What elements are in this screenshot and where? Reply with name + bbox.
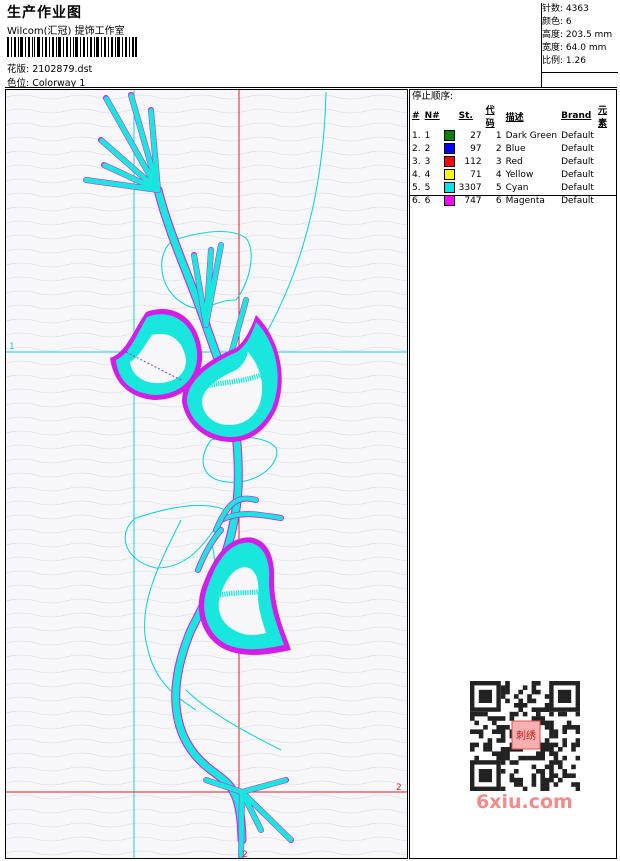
needle-number: 4 [424,169,431,180]
width-label: 宽度: [542,43,564,53]
color-description: Blue [505,143,526,154]
element-cell [596,181,616,194]
axis-label-2-vertical: 2 [242,850,248,859]
color-code: 4 [495,169,502,180]
width-value: 64.0 mm [565,43,607,53]
column-header: 描述 [505,112,524,123]
column-header: N# [424,111,440,121]
header-divider [541,72,618,73]
row-index: 1. [412,130,421,141]
column-header: St. [458,111,473,121]
element-cell [596,155,616,168]
table-row: 2. 2 97 2 Blue Default [410,142,616,155]
color-swatch-box [443,169,455,180]
axis-label-1: 1 [9,342,15,352]
color-swatch-box [443,156,455,167]
stitch-count: 112 [464,156,482,167]
thread-brand: Default [561,156,594,167]
needle-number: 5 [424,182,431,193]
color-code: 3 [495,156,502,167]
axis-label-2: 2 [396,783,402,793]
table-row: 4. 4 71 4 Yellow Default [410,168,616,181]
table-row: 3. 3 112 3 Red Default [410,155,616,168]
stitch-count: 97 [470,143,482,154]
design-file-label: 花版: 2102879.dst [7,64,93,75]
column-header: 元素 [597,106,607,129]
color-description: Dark Green [505,130,558,141]
stitch-count: 3307 [458,182,482,193]
color-count-value: 6 [565,17,572,27]
row-index: 3. [412,156,421,167]
watermark: 6xiu.com [476,791,573,813]
color-code: 1 [495,130,502,141]
scale-value: 1.26 [565,56,586,66]
needle-number: 2 [424,143,431,154]
column-header: 代码 [485,106,495,129]
color-swatch [442,142,457,155]
embroidery-design: 1 2 2 [6,90,407,859]
color-count-label: 颜色: [542,17,564,27]
design-stats: 针数: 4363 颜色: 6 高度: 203.5 mm 宽度: 64.0 mm … [542,3,612,68]
color-swatch-box [443,130,455,141]
company-subtitle: Wilcom(汇冠) 提饰工作室 [7,26,125,37]
color-swatch-box [443,143,455,154]
needle-number: 3 [424,156,431,167]
table-header-row: # N# St. 代码 描述 Brand 元素 [410,103,616,129]
table-row: 1. 1 27 1 Dark Green Default [410,129,616,142]
stop-sequence-table: # N# St. 代码 描述 Brand 元素 1. 1 27 1 Dark Green… [410,103,616,207]
stitch-count: 27 [470,130,482,141]
page-title: 生产作业图 [7,5,82,21]
column-header: # [412,111,420,121]
element-cell [596,142,616,155]
row-index: 4. [412,169,421,180]
thread-brand: Default [561,130,594,141]
header-divider [5,87,617,88]
barcode [7,37,137,57]
row-index: 5. [412,182,421,193]
color-swatch-box [443,182,455,193]
row-index: 2. [412,143,421,154]
needle-number: 1 [424,130,431,141]
color-swatch [442,168,457,181]
color-swatch-box [443,195,455,206]
column-header [442,103,457,129]
color-swatch [442,181,457,194]
stitch-count: 71 [470,169,482,180]
design-canvas[interactable]: 1 2 2 [5,89,408,859]
height-value: 203.5 mm [565,30,613,40]
qr-badge-text: 刺绣 [516,729,536,742]
thread-brand: Default [561,143,594,154]
element-cell [596,129,616,142]
height-label: 高度: [542,30,564,40]
color-code: 2 [495,143,502,154]
column-header: Brand [561,111,592,121]
stop-sequence-heading: 停止顺序: [412,91,454,102]
scale-label: 比例: [542,56,564,66]
thread-brand: Default [561,182,594,193]
stitch-count-label: 针数: [542,4,564,14]
color-code: 5 [495,182,502,193]
color-swatch [442,129,457,142]
qr-code: 刺绣 [470,681,580,791]
panel-divider [410,195,616,196]
color-swatch [442,155,457,168]
element-cell [596,168,616,181]
color-description: Cyan [505,182,529,193]
table-row: 5. 5 3307 5 Cyan Default [410,181,616,194]
color-description: Yellow [505,169,534,180]
stitch-count-value: 4363 [565,4,589,14]
thread-brand: Default [561,169,594,180]
color-description: Red [505,156,523,167]
